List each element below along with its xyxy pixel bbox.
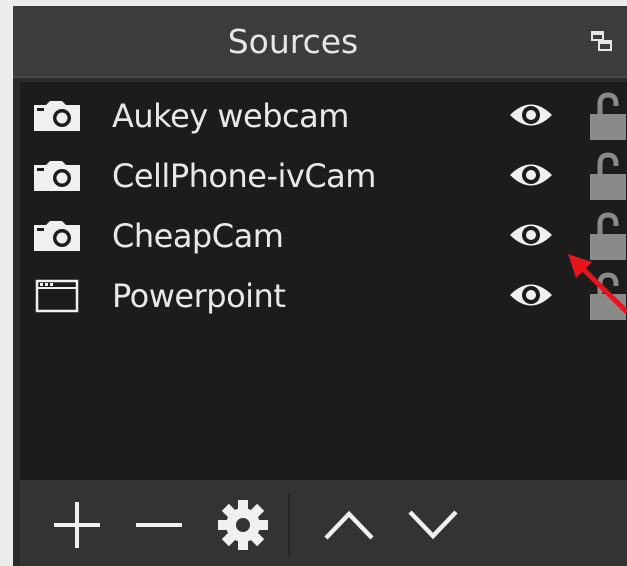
eye-icon[interactable] (508, 100, 554, 130)
source-label: Aukey webcam (112, 97, 349, 135)
window-capture-icon (35, 279, 79, 313)
camera-icon (34, 101, 80, 131)
chevron-down-icon[interactable] (404, 496, 462, 554)
chevron-up-icon[interactable] (320, 496, 378, 554)
eye-icon[interactable] (508, 280, 554, 310)
unlocked-lock-icon[interactable] (586, 92, 626, 142)
sources-list[interactable]: Aukey webcam CellPhone-ivCam CheapCam Po… (20, 82, 627, 480)
source-row[interactable]: Aukey webcam (20, 86, 627, 146)
sources-dock: Sources Aukey webcam CellPhone-ivCam Che… (13, 6, 627, 566)
source-label: Powerpoint (112, 277, 286, 315)
camera-icon (34, 161, 80, 191)
toolbar-separator (288, 494, 290, 556)
plus-icon[interactable] (48, 496, 106, 554)
source-label: CheapCam (112, 217, 284, 255)
dock-title: Sources (227, 22, 359, 61)
sources-toolbar (20, 480, 627, 566)
source-row[interactable]: CellPhone-ivCam (20, 146, 627, 206)
eye-icon[interactable] (508, 160, 554, 190)
unlocked-lock-icon[interactable] (586, 272, 626, 322)
gear-icon[interactable] (214, 496, 272, 554)
minus-icon[interactable] (130, 496, 188, 554)
camera-icon (34, 221, 80, 251)
unlocked-lock-icon[interactable] (586, 212, 626, 262)
source-row[interactable]: Powerpoint (20, 266, 627, 326)
screenshot-frame: Sources Aukey webcam CellPhone-ivCam Che… (0, 0, 627, 566)
eye-icon[interactable] (508, 220, 554, 250)
unlocked-lock-icon[interactable] (586, 152, 626, 202)
dock-header: Sources (13, 6, 627, 78)
undock-window-icon[interactable] (591, 30, 613, 52)
source-row[interactable]: CheapCam (20, 206, 627, 266)
source-label: CellPhone-ivCam (112, 157, 376, 195)
